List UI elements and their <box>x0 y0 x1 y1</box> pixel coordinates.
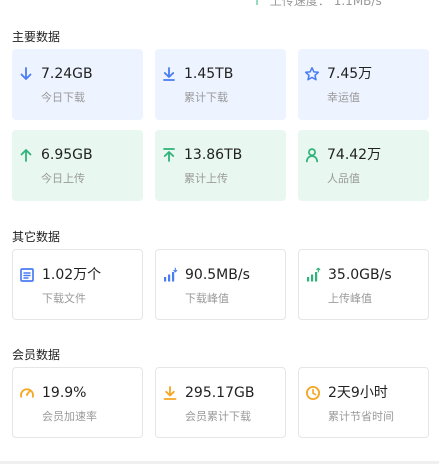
speedometer-icon <box>20 388 34 398</box>
downloaded-files-label: 下载文件 <box>42 292 86 305</box>
section-title-member: 会员数据 <box>12 348 61 362</box>
today-upload-value: 6.95GB <box>41 147 93 163</box>
upload-arrow-icon: ↑ <box>252 0 263 8</box>
download-peak-value: 90.5MB/s <box>185 267 250 283</box>
download-peak-label: 下载峰值 <box>185 292 229 305</box>
member-total-download-value: 295.17GB <box>185 385 255 401</box>
download-peak-bars-icon <box>164 267 178 282</box>
person-icon <box>305 148 319 163</box>
card-downloaded-files: 1.02万个 下载文件 <box>12 249 143 320</box>
total-download-label: 累计下载 <box>184 91 228 104</box>
upload-speed-label: 上传速度： <box>269 0 330 8</box>
member-stats-grid: 19.9% 会员加速率 295.17GB 会员累计下载 2天9小时 累计节省时间 <box>12 367 429 438</box>
card-upload-peak: 35.0GB/s 上传峰值 <box>298 249 429 320</box>
upload-peak-label: 上传峰值 <box>328 292 372 305</box>
arrow-up-icon <box>20 149 32 162</box>
card-total-upload: 13.86TB 累计上传 <box>155 130 286 201</box>
upload-peak-bars-icon <box>307 267 321 282</box>
today-download-value: 7.24GB <box>41 66 93 82</box>
luck-value: 7.45万 <box>327 66 373 82</box>
character-value: 74.42万 <box>327 147 382 163</box>
saved-time-label: 累计节省时间 <box>328 410 394 423</box>
card-today-download: 7.24GB 今日下载 <box>12 49 143 120</box>
section-title-other: 其它数据 <box>12 230 61 244</box>
upload-speed: ↑ 上传速度： 1.1MB/s <box>252 0 382 9</box>
arrow-down-icon <box>20 67 32 80</box>
main-stats-grid: 7.24GB 今日下载 1.45TB 累计下载 7.45万 幸运值 6.95GB… <box>12 49 429 201</box>
upload-peak-value: 35.0GB/s <box>328 267 392 283</box>
other-stats-grid: 1.02万个 下载文件 90.5MB/s 下载峰值 35.0GB/s 上传峰值 <box>12 249 429 320</box>
member-total-download-label: 会员累计下载 <box>185 410 251 423</box>
today-download-label: 今日下载 <box>41 91 85 104</box>
card-character-value: 74.42万 人品值 <box>298 130 429 201</box>
download-total-icon <box>163 67 175 81</box>
section-title-main: 主要数据 <box>12 30 61 44</box>
member-acceleration-label: 会员加速率 <box>42 410 97 423</box>
upload-total-icon <box>163 148 175 162</box>
character-label: 人品值 <box>327 172 360 185</box>
saved-time-value: 2天9小时 <box>328 385 388 401</box>
total-upload-label: 累计上传 <box>184 172 228 185</box>
card-member-acceleration: 19.9% 会员加速率 <box>12 367 143 438</box>
card-today-upload: 6.95GB 今日上传 <box>12 130 143 201</box>
card-saved-time: 2天9小时 累计节省时间 <box>298 367 429 438</box>
today-upload-label: 今日上传 <box>41 172 85 185</box>
stats-panel: ↑ 上传速度： 1.1MB/s 主要数据 7.24GB 今日下载 1.45TB … <box>0 0 439 464</box>
card-luck-value: 7.45万 幸运值 <box>298 49 429 120</box>
clock-icon <box>306 386 320 400</box>
file-list-icon <box>20 268 34 282</box>
total-upload-value: 13.86TB <box>184 147 243 163</box>
card-download-peak: 90.5MB/s 下载峰值 <box>155 249 286 320</box>
star-icon <box>304 67 320 81</box>
member-acceleration-value: 19.9% <box>42 385 87 401</box>
total-download-value: 1.45TB <box>184 66 234 82</box>
card-member-total-download: 295.17GB 会员累计下载 <box>155 367 286 438</box>
downloaded-files-value: 1.02万个 <box>42 267 102 283</box>
download-tray-icon <box>163 386 177 400</box>
card-total-download: 1.45TB 累计下载 <box>155 49 286 120</box>
luck-label: 幸运值 <box>327 91 360 104</box>
upload-speed-strip: ↑ 上传速度： 1.1MB/s <box>0 0 439 10</box>
upload-speed-value: 1.1MB/s <box>333 0 382 8</box>
